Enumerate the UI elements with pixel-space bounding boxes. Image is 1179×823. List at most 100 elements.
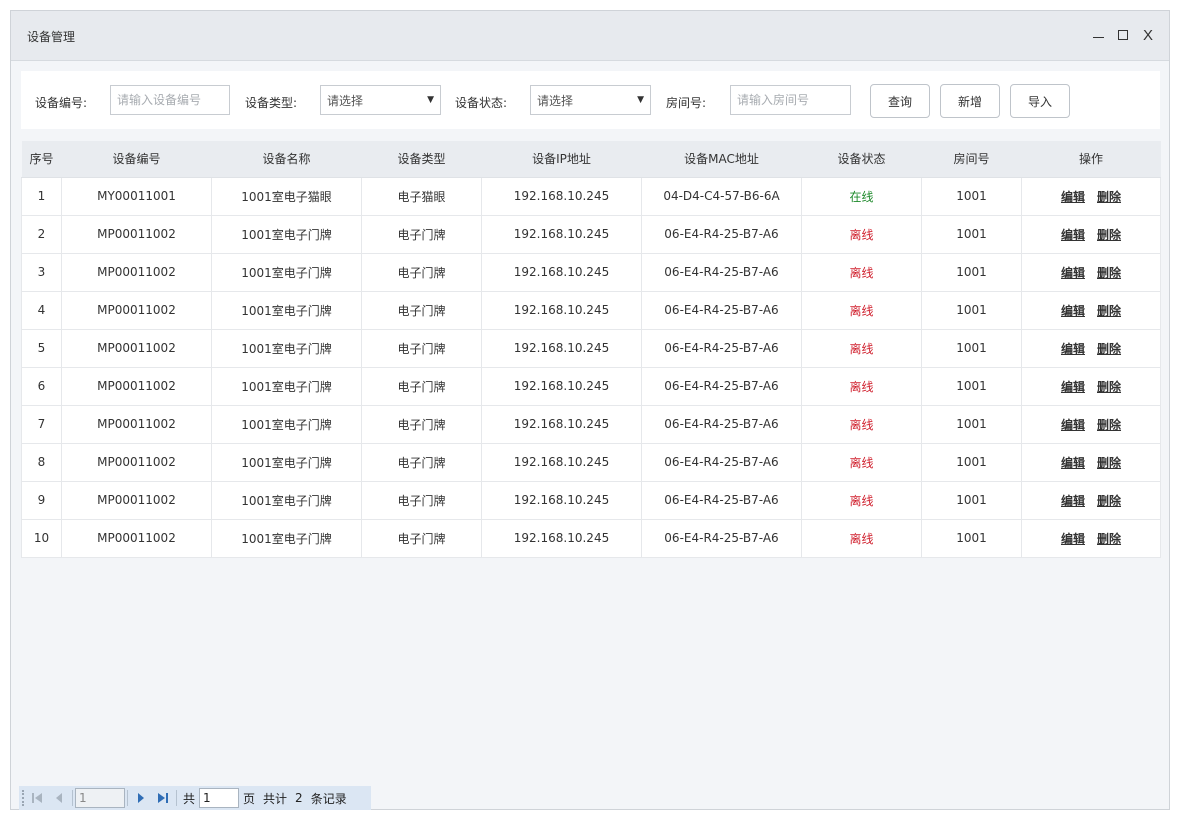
delete-link[interactable]: 删除 [1097,190,1121,204]
cell-ip: 192.168.10.245 [481,443,642,482]
edit-link[interactable]: 编辑 [1061,342,1085,356]
query-button[interactable]: 查询 [870,84,930,118]
cell-index: 1 [21,177,62,216]
prev-page-icon[interactable] [48,788,70,808]
cell-device-name: 1001室电子门牌 [211,253,362,292]
current-page-input[interactable] [75,788,125,808]
cell-device-no: MP00011002 [61,443,212,482]
table-row[interactable]: 7 MP00011002 1001室电子门牌 电子门牌 192.168.10.245 06… [21,405,1161,444]
cell-room: 1001 [921,253,1022,292]
col-header-type[interactable]: 设备类型 [361,141,482,178]
table-row[interactable]: 5 MP00011002 1001室电子门牌 电子门牌 192.168.10.245 06… [21,329,1161,368]
delete-link[interactable]: 删除 [1097,494,1121,508]
filter-bar: 设备编号: 设备类型: 请选择 ▼ 设备状态: 请选择 ▼ 房间号: 查询 新增… [21,71,1160,129]
cell-mac: 06-E4-R4-25-B7-A6 [641,481,802,520]
col-header-name[interactable]: 设备名称 [211,141,362,178]
cell-device-type: 电子门牌 [361,291,482,330]
cell-mac: 06-E4-R4-25-B7-A6 [641,253,802,292]
edit-link[interactable]: 编辑 [1061,266,1085,280]
delete-link[interactable]: 删除 [1097,532,1121,546]
col-header-mac[interactable]: 设备MAC地址 [641,141,802,178]
minimize-icon[interactable] [1088,25,1108,45]
delete-link[interactable]: 删除 [1097,418,1121,432]
next-page-icon[interactable] [130,788,152,808]
cell-device-type: 电子门牌 [361,329,482,368]
cell-mac: 06-E4-R4-25-B7-A6 [641,367,802,406]
import-button[interactable]: 导入 [1010,84,1070,118]
room-input[interactable] [730,85,851,115]
chevron-down-icon: ▼ [637,95,644,105]
cell-device-name: 1001室电子门牌 [211,519,362,558]
cell-device-type: 电子猫眼 [361,177,482,216]
cell-index: 3 [21,253,62,292]
device-no-input[interactable] [110,85,230,115]
total-pages-field[interactable] [199,788,240,808]
cell-ip: 192.168.10.245 [481,177,642,216]
cell-mac: 06-E4-R4-25-B7-A6 [641,519,802,558]
table-row[interactable]: 2 MP00011002 1001室电子门牌 电子门牌 192.168.10.245 06… [21,215,1161,254]
cell-mac: 06-E4-R4-25-B7-A6 [641,215,802,254]
edit-link[interactable]: 编辑 [1061,494,1085,508]
add-button[interactable]: 新增 [940,84,1000,118]
col-header-ip[interactable]: 设备IP地址 [481,141,642,178]
table-row[interactable]: 9 MP00011002 1001室电子门牌 电子门牌 192.168.10.245 06… [21,481,1161,520]
window-title: 设备管理 [27,30,76,44]
cell-device-type: 电子门牌 [361,253,482,292]
cell-device-no: MP00011002 [61,367,212,406]
table-row[interactable]: 3 MP00011002 1001室电子门牌 电子门牌 192.168.10.245 06… [21,253,1161,292]
cell-status: 离线 [801,253,922,292]
close-icon[interactable]: X [1138,25,1158,45]
cell-status: 在线 [801,177,922,216]
cell-status: 离线 [801,291,922,330]
cell-index: 2 [21,215,62,254]
table-row[interactable]: 6 MP00011002 1001室电子门牌 电子门牌 192.168.10.245 06… [21,367,1161,406]
title-bar: 设备管理 X [11,11,1169,61]
col-header-status[interactable]: 设备状态 [801,141,922,178]
delete-link[interactable]: 删除 [1097,342,1121,356]
delete-link[interactable]: 删除 [1097,380,1121,394]
delete-link[interactable]: 删除 [1097,456,1121,470]
device-status-select[interactable]: 请选择 ▼ [530,85,651,115]
col-header-index[interactable]: 序号 [21,141,62,178]
pager-divider [72,790,73,806]
edit-link[interactable]: 编辑 [1061,456,1085,470]
cell-status: 离线 [801,443,922,482]
cell-status: 离线 [801,481,922,520]
table-row[interactable]: 1 MY00011001 1001室电子猫眼 电子猫眼 192.168.10.245 04… [21,177,1161,216]
col-header-actions[interactable]: 操作 [1021,141,1161,178]
last-page-icon[interactable] [152,788,174,808]
cell-device-name: 1001室电子门牌 [211,291,362,330]
first-page-icon[interactable] [26,788,48,808]
cell-status: 离线 [801,367,922,406]
cell-index: 4 [21,291,62,330]
delete-link[interactable]: 删除 [1097,304,1121,318]
cell-device-type: 电子门牌 [361,481,482,520]
cell-mac: 06-E4-R4-25-B7-A6 [641,405,802,444]
total-prefix: 共计 [263,791,288,806]
col-header-room[interactable]: 房间号 [921,141,1022,178]
cell-actions: 编辑 删除 [1021,519,1161,558]
table-row[interactable]: 10 MP00011002 1001室电子门牌 电子门牌 192.168.10.245 0… [21,519,1161,558]
cell-room: 1001 [921,329,1022,368]
cell-status: 离线 [801,519,922,558]
table-row[interactable]: 4 MP00011002 1001室电子门牌 电子门牌 192.168.10.245 06… [21,291,1161,330]
edit-link[interactable]: 编辑 [1061,380,1085,394]
table-row[interactable]: 8 MP00011002 1001室电子门牌 电子门牌 192.168.10.245 06… [21,443,1161,482]
delete-link[interactable]: 删除 [1097,266,1121,280]
cell-actions: 编辑 删除 [1021,291,1161,330]
device-type-select[interactable]: 请选择 ▼ [320,85,441,115]
delete-link[interactable]: 删除 [1097,228,1121,242]
edit-link[interactable]: 编辑 [1061,418,1085,432]
pager-divider [127,790,128,806]
edit-link[interactable]: 编辑 [1061,532,1085,546]
cell-device-no: MP00011002 [61,329,212,368]
cell-device-no: MP00011002 [61,291,212,330]
cell-room: 1001 [921,367,1022,406]
device-type-value: 请选择 [327,93,364,108]
edit-link[interactable]: 编辑 [1061,304,1085,318]
edit-link[interactable]: 编辑 [1061,228,1085,242]
edit-link[interactable]: 编辑 [1061,190,1085,204]
cell-index: 8 [21,443,62,482]
maximize-icon[interactable] [1113,25,1133,45]
col-header-device-no[interactable]: 设备编号 [61,141,212,178]
